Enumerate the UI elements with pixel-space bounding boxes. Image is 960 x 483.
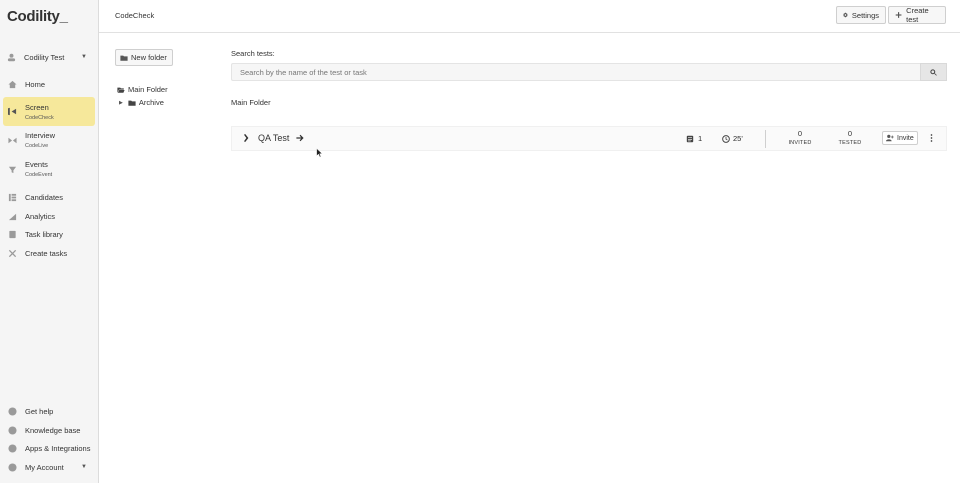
clock-icon [722, 134, 730, 143]
sidebar-item-label: Analytics [25, 211, 56, 221]
invited-label: INVITED [788, 140, 812, 146]
sidebar-item-sublabel: CodeLive [25, 143, 49, 149]
candidates-icon [7, 192, 17, 202]
sidebar-item-analytics[interactable]: Analytics [3, 210, 95, 222]
folder-title: Main Folder [231, 98, 271, 107]
plus-icon [895, 12, 902, 18]
settings-label: Settings [851, 10, 879, 20]
duration: 25' [722, 134, 743, 143]
chevron-down-icon: ▼ [81, 464, 87, 470]
apps-icon [7, 443, 17, 453]
tasks-count-value: 1 [698, 134, 703, 143]
test-row[interactable]: QA Test 1 25' 0 INVITED 0 TESTED Invite [231, 126, 947, 151]
sidebar-item-events[interactable]: Events CodeEvent [3, 158, 95, 180]
sidebar-item-get-help[interactable]: Get help [3, 405, 95, 417]
folder-main[interactable]: Main Folder [117, 85, 168, 94]
sidebar-item-label: My Account [25, 462, 64, 472]
sidebar-item-label: Task library [25, 229, 63, 239]
invited-stat: 0 INVITED [782, 129, 818, 146]
folder-open-icon [117, 87, 125, 93]
sidebar-item-label: Knowledge base [25, 425, 81, 435]
invited-count: 0 [797, 129, 803, 138]
sidebar-item-label: Home [25, 79, 46, 89]
sidebar-item-task-library[interactable]: Task library [3, 228, 95, 240]
new-folder-button[interactable]: New folder [115, 49, 173, 66]
top-bar: CodeCheck Settings Create test [99, 0, 960, 33]
sidebar-item-label: Interview [25, 131, 56, 140]
interview-icon [7, 135, 17, 145]
sidebar-item-label: Apps & Integrations [25, 443, 91, 453]
events-icon [7, 164, 17, 174]
search-label: Search tests: [231, 49, 275, 58]
sidebar-item-apps-integrations[interactable]: Apps & Integrations [3, 442, 95, 454]
tools-icon [7, 248, 17, 258]
sidebar-item-candidates[interactable]: Candidates [3, 191, 95, 203]
row-divider [765, 130, 766, 148]
folder-archive[interactable]: ▶ Archive [119, 98, 164, 107]
sidebar-item-knowledge-base[interactable]: Knowledge base [3, 424, 95, 436]
sidebar-item-label: Events [25, 160, 48, 169]
sidebar-item-label: Create tasks [25, 248, 68, 258]
mouse-cursor-icon [316, 147, 323, 160]
knowledge-base-icon [7, 425, 17, 435]
new-folder-label: New folder [131, 53, 167, 62]
create-test-button[interactable]: Create test [888, 6, 946, 24]
folder-icon [128, 100, 136, 106]
sidebar-item-sublabel: CodeCheck [25, 114, 54, 121]
invite-label: Invite [897, 134, 914, 142]
screen-icon [7, 107, 17, 117]
search-button[interactable] [920, 63, 947, 81]
breadcrumb[interactable]: CodeCheck [115, 11, 154, 20]
test-name[interactable]: QA Test [258, 133, 289, 143]
folder-plus-icon [120, 55, 128, 61]
more-options-icon[interactable] [930, 133, 933, 143]
caret-right-icon[interactable]: ▶ [119, 100, 123, 106]
folder-label: Archive [138, 98, 164, 107]
tested-label: TESTED [838, 140, 862, 146]
sidebar: Codility_ Codility Test ▼ Home Screen Co… [0, 0, 99, 483]
workspace-selector[interactable]: Codility Test ▼ [0, 48, 99, 66]
sidebar-item-screen[interactable]: Screen CodeCheck [3, 97, 95, 126]
invite-button[interactable]: Invite [882, 131, 918, 145]
sidebar-item-label: Get help [25, 406, 54, 416]
help-icon [7, 406, 17, 416]
sidebar-item-interview[interactable]: Interview CodeLive [3, 129, 95, 151]
duration-value: 25' [733, 134, 743, 143]
book-icon [7, 229, 17, 239]
sidebar-item-sublabel: CodeEvent [25, 172, 53, 178]
expand-chevron-icon[interactable] [242, 134, 250, 142]
home-icon [7, 79, 17, 89]
tested-stat: 0 TESTED [832, 129, 868, 146]
create-test-label: Create test [906, 6, 929, 24]
search-icon [930, 68, 937, 76]
tasks-count: 1 [686, 134, 702, 143]
arrow-right-icon[interactable] [296, 134, 304, 142]
analytics-icon [7, 211, 17, 221]
search-input[interactable] [231, 63, 921, 81]
gear-icon [843, 12, 848, 18]
sidebar-item-create-tasks[interactable]: Create tasks [3, 247, 95, 259]
task-list-icon [686, 135, 694, 142]
workspace-name: Codility Test [24, 52, 65, 62]
sidebar-item-label: Candidates [25, 192, 63, 202]
tested-count: 0 [847, 129, 853, 138]
user-plus-icon [886, 134, 894, 142]
folder-label: Main Folder [128, 85, 168, 94]
sidebar-item-my-account[interactable]: My Account ▼ [3, 461, 95, 473]
sidebar-item-label: Screen [25, 102, 49, 112]
workspace-icon [7, 53, 16, 62]
settings-button[interactable]: Settings [836, 6, 886, 24]
codility-logo[interactable]: Codility_ [7, 8, 68, 25]
user-icon [7, 462, 17, 472]
sidebar-item-home[interactable]: Home [3, 78, 95, 90]
chevron-down-icon: ▼ [81, 54, 87, 60]
